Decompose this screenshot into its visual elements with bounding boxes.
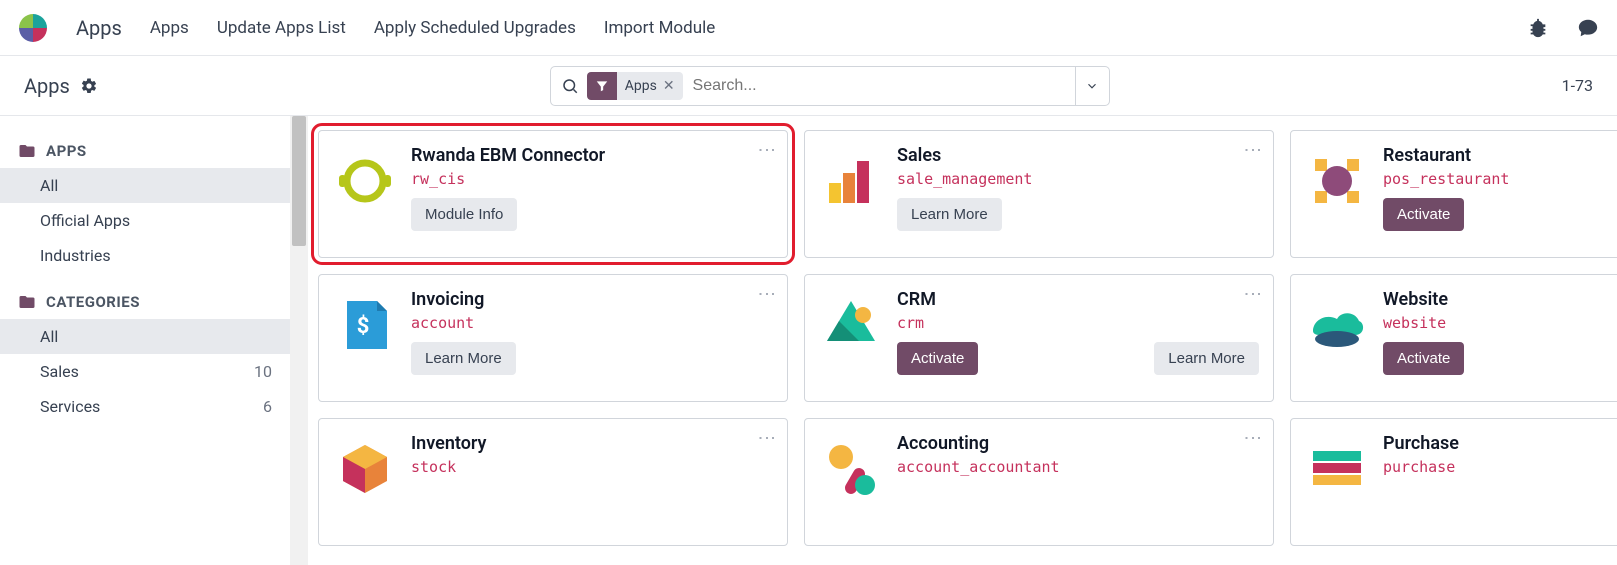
app-icon: [333, 149, 397, 213]
app-tech-name: rw_cis: [411, 170, 773, 188]
learn-more-button[interactable]: Learn More: [1154, 342, 1259, 375]
app-card[interactable]: $ Invoicing account Learn More ⋮: [318, 274, 788, 402]
kebab-icon[interactable]: ⋮: [1242, 141, 1263, 158]
app-tech-name: crm: [897, 314, 1259, 332]
app-card[interactable]: Sales sale_management Learn More ⋮: [804, 130, 1274, 258]
search-dropdown[interactable]: [1075, 67, 1109, 105]
svg-text:$: $: [357, 314, 370, 339]
sidebar-item-services[interactable]: Services6: [0, 389, 290, 424]
app-tech-name: account_accountant: [897, 458, 1259, 476]
page-title-text: Apps: [24, 74, 70, 98]
app-icon: [1305, 293, 1369, 357]
gear-icon[interactable]: [80, 77, 98, 95]
app-card[interactable]: CRM crm Activate Learn More ⋮: [804, 274, 1274, 402]
scrollbar[interactable]: [290, 116, 308, 565]
module-info-button[interactable]: Module Info: [411, 198, 517, 231]
scrollbar-thumb[interactable]: [292, 116, 306, 246]
app-tech-name: purchase: [1383, 458, 1617, 476]
app-card[interactable]: Rwanda EBM Connector rw_cis Module Info ⋮: [318, 130, 788, 258]
app-name: Rwanda EBM Connector: [411, 145, 773, 166]
app-card[interactable]: WebsitewebsiteActivate⋮: [1290, 274, 1617, 402]
filter-chip-icon: [587, 72, 617, 100]
nav-apply-upgrades[interactable]: Apply Scheduled Upgrades: [374, 18, 576, 38]
sidebar-item-industries[interactable]: Industries: [0, 238, 290, 273]
app-name: Invoicing: [411, 289, 773, 310]
app-icon: [819, 149, 883, 213]
filter-chip[interactable]: Apps ✕: [617, 72, 683, 100]
kebab-icon[interactable]: ⋮: [1242, 429, 1263, 446]
sidebar-section-categories: CATEGORIES: [0, 285, 290, 319]
activate-button[interactable]: Activate: [1383, 198, 1464, 231]
sidebar-section-apps: APPS: [0, 134, 290, 168]
app-icon: [1305, 149, 1369, 213]
kebab-icon[interactable]: ⋮: [1242, 285, 1263, 302]
cards-grid: Rwanda EBM Connectorrw_cisModule Info⋮Sa…: [318, 130, 1607, 546]
app-tech-name: pos_restaurant: [1383, 170, 1617, 188]
filter-remove-icon[interactable]: ✕: [663, 78, 675, 94]
app-icon: [1305, 437, 1369, 501]
app-card[interactable]: Inventory stock ⋮: [318, 418, 788, 546]
app-icon: [819, 293, 883, 357]
app-icon: [333, 437, 397, 501]
app-card[interactable]: Restaurantpos_restaurantActivate⋮: [1290, 130, 1617, 258]
app-card[interactable]: Purchasepurchase⋮: [1290, 418, 1617, 546]
app-name: Purchase: [1383, 433, 1617, 454]
topbar: Apps Apps Update Apps List Apply Schedul…: [0, 0, 1617, 56]
sidebar-item-official[interactable]: Official Apps: [0, 203, 290, 238]
activate-button[interactable]: Activate: [897, 342, 978, 375]
sidebar-section-label: CATEGORIES: [46, 293, 140, 311]
app-name: Website: [1383, 289, 1617, 310]
sidebar: APPS All Official Apps Industries CATEGO…: [0, 116, 290, 565]
pager[interactable]: 1-73: [1562, 76, 1593, 95]
subbar: Apps Apps ✕ 1-73: [0, 56, 1617, 116]
chevron-down-icon: [1085, 79, 1099, 93]
main: APPS All Official Apps Industries CATEGO…: [0, 116, 1617, 565]
sidebar-item-sales[interactable]: Sales10: [0, 354, 290, 389]
app-icon: [819, 437, 883, 501]
nav-apps[interactable]: Apps: [150, 18, 189, 38]
activate-button[interactable]: Activate: [1383, 342, 1464, 375]
kebab-icon[interactable]: ⋮: [756, 141, 777, 158]
brand-title[interactable]: Apps: [76, 16, 122, 40]
folder-icon: [18, 142, 36, 160]
app-icon: $: [333, 293, 397, 357]
learn-more-button[interactable]: Learn More: [897, 198, 1002, 231]
page-title: Apps: [24, 74, 98, 98]
sidebar-item-all-cat[interactable]: All: [0, 319, 290, 354]
bug-icon[interactable]: [1527, 17, 1549, 39]
content: Rwanda EBM Connectorrw_cisModule Info⋮Sa…: [308, 116, 1617, 565]
app-name: Sales: [897, 145, 1259, 166]
sidebar-item-all-apps[interactable]: All: [0, 168, 290, 203]
app-logo: [18, 13, 48, 43]
chat-icon[interactable]: [1577, 17, 1599, 39]
kebab-icon[interactable]: ⋮: [756, 285, 777, 302]
search-icon[interactable]: [561, 77, 579, 95]
folder-icon: [18, 293, 36, 311]
app-tech-name: website: [1383, 314, 1617, 332]
sidebar-section-label: APPS: [46, 142, 87, 160]
nav-update-apps[interactable]: Update Apps List: [217, 18, 346, 38]
search-input[interactable]: [683, 77, 1075, 95]
learn-more-button[interactable]: Learn More: [411, 342, 516, 375]
filter-chip-label: Apps: [625, 78, 657, 94]
app-name: Restaurant: [1383, 145, 1617, 166]
app-tech-name: account: [411, 314, 773, 332]
app-card[interactable]: Accounting account_accountant ⋮: [804, 418, 1274, 546]
search-box: Apps ✕: [550, 66, 1110, 106]
app-name: Inventory: [411, 433, 773, 454]
app-tech-name: stock: [411, 458, 773, 476]
app-name: CRM: [897, 289, 1259, 310]
nav-import-module[interactable]: Import Module: [604, 18, 715, 38]
app-name: Accounting: [897, 433, 1259, 454]
funnel-icon: [595, 79, 609, 93]
kebab-icon[interactable]: ⋮: [756, 429, 777, 446]
app-tech-name: sale_management: [897, 170, 1259, 188]
